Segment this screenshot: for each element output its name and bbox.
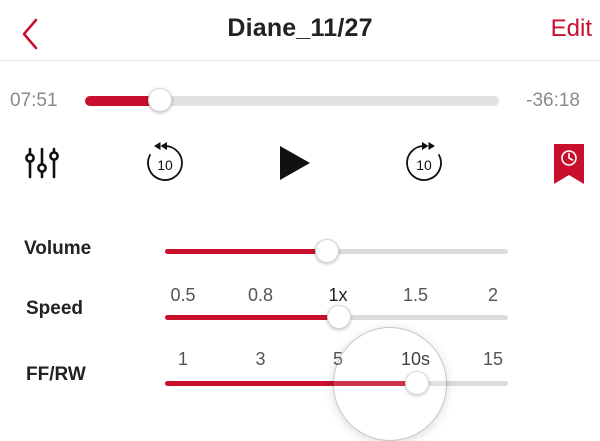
remaining-time: -36:18 bbox=[526, 90, 580, 111]
speed-tick-2[interactable]: 1x bbox=[328, 285, 347, 306]
speed-tick-0[interactable]: 0.5 bbox=[170, 285, 195, 306]
speed-slider[interactable] bbox=[165, 305, 508, 329]
page-title: Diane_11/27 bbox=[227, 14, 373, 42]
volume-label: Volume bbox=[24, 238, 92, 259]
equalizer-icon bbox=[25, 147, 59, 179]
ffrw-tick-1[interactable]: 3 bbox=[255, 349, 265, 370]
ffrw-tick-0[interactable]: 1 bbox=[178, 349, 188, 370]
fast-forward-seconds-label: 10 bbox=[416, 157, 432, 173]
speed-thumb[interactable] bbox=[327, 305, 351, 329]
play-icon bbox=[280, 146, 310, 180]
progress-thumb[interactable] bbox=[148, 88, 172, 112]
progress-slider[interactable] bbox=[85, 88, 499, 112]
volume-fill bbox=[165, 249, 326, 254]
rewind-button[interactable]: 10 bbox=[141, 139, 189, 187]
ffrw-tick-2[interactable]: 5 bbox=[333, 349, 343, 370]
bookmark-clock-icon bbox=[554, 144, 584, 184]
play-button[interactable] bbox=[273, 143, 313, 183]
equalizer-button[interactable] bbox=[22, 143, 62, 183]
fast-forward-button[interactable]: 10 bbox=[400, 139, 448, 187]
speed-label: Speed bbox=[26, 298, 84, 319]
speed-tick-1[interactable]: 0.8 bbox=[248, 285, 273, 306]
rewind-icon: 10 bbox=[147, 142, 183, 181]
ffrw-tick-3[interactable]: 10s bbox=[401, 349, 430, 370]
ffrw-slider[interactable] bbox=[165, 371, 508, 395]
ffrw-fill bbox=[165, 381, 416, 386]
ffrw-tick-4[interactable]: 15 bbox=[483, 349, 503, 370]
rewind-seconds-label: 10 bbox=[157, 157, 173, 173]
edit-button[interactable]: Edit bbox=[551, 15, 592, 43]
ffrw-thumb[interactable] bbox=[404, 371, 429, 395]
volume-thumb[interactable] bbox=[315, 239, 339, 263]
speed-tick-4[interactable]: 2 bbox=[488, 285, 498, 306]
elapsed-time: 07:51 bbox=[10, 90, 58, 111]
bookmark-button[interactable] bbox=[551, 143, 587, 185]
ffrw-label: FF/RW bbox=[26, 364, 86, 385]
fast-forward-icon: 10 bbox=[406, 142, 442, 181]
speed-fill bbox=[165, 315, 338, 320]
volume-slider[interactable] bbox=[165, 239, 508, 263]
speed-tick-3[interactable]: 1.5 bbox=[403, 285, 428, 306]
header-divider bbox=[0, 60, 600, 61]
